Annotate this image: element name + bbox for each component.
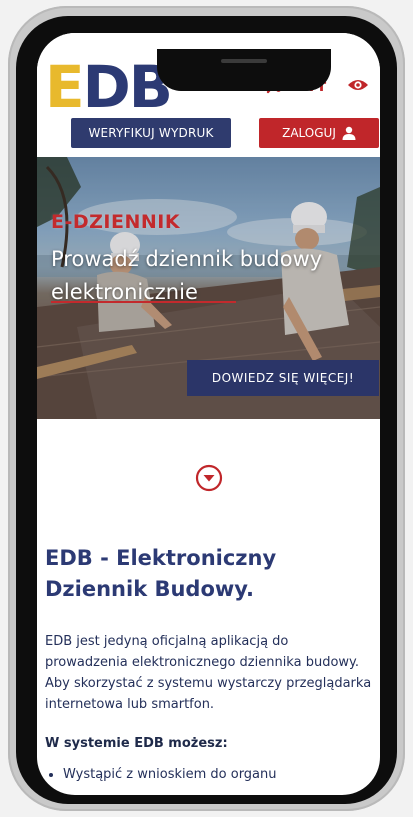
phone-screen: EDB Tт WERYFIKUJ <box>37 33 380 795</box>
learn-more-button[interactable]: DOWIEDZ SIĘ WIĘCEJ! <box>187 360 379 396</box>
hero-title-underline <box>51 301 236 303</box>
hero-banner: E-DZIENNIK Prowadź dziennik budowy elekt… <box>37 157 380 419</box>
logo-letter-e: E <box>45 53 85 121</box>
hero-kicker: E-DZIENNIK <box>51 211 181 233</box>
chevron-down-circle-icon[interactable] <box>194 463 224 493</box>
notch-speaker <box>221 59 267 63</box>
section-description: EDB jest jedyną oficjalną aplikacją do p… <box>45 634 372 712</box>
login-label: ZALOGUJ <box>282 126 336 140</box>
phone-notch <box>157 49 331 91</box>
edb-logo[interactable]: EDB <box>45 57 173 117</box>
eye-icon[interactable] <box>346 73 370 97</box>
login-button[interactable]: ZALOGUJ <box>259 118 379 148</box>
section-subheading: W systemie EDB możesz: <box>45 736 228 751</box>
feature-list: Wystąpić z wnioskiem do organu <box>45 764 380 785</box>
hero-title: Prowadź dziennik budowy elektronicznie <box>51 247 323 304</box>
list-item: Wystąpić z wnioskiem do organu <box>63 764 380 785</box>
section-title: EDB - Elektroniczny Dziennik Budowy. <box>45 546 277 601</box>
user-icon <box>342 126 356 140</box>
verify-printout-button[interactable]: WERYFIKUJ WYDRUK <box>71 118 231 148</box>
